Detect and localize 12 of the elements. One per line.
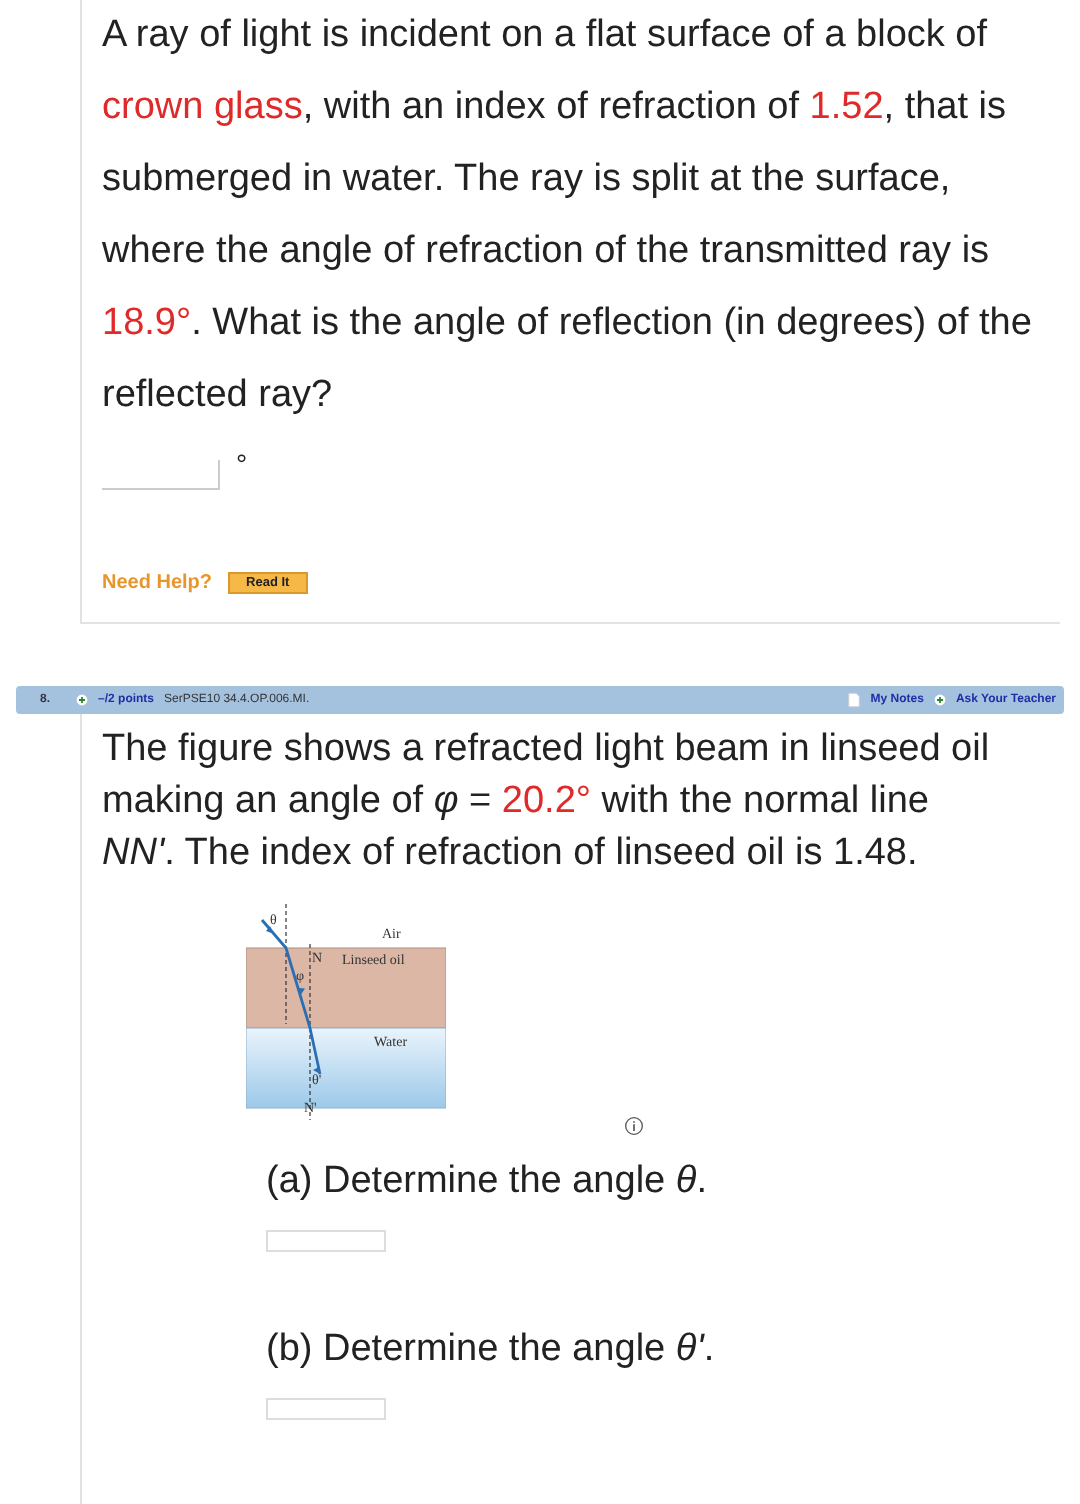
answer-field[interactable] — [266, 1230, 386, 1252]
question-text: The figure shows a refracted light beam in linseed oil making an angle of φ = 20.2° with the normal line NN'. The index of refraction of linseed oil is 1.48. — [102, 726, 992, 878]
degree-unit: ° — [236, 448, 248, 480]
need-help-label: Need Help? — [102, 572, 213, 594]
note-icon[interactable] — [848, 692, 861, 708]
plus-icon[interactable] — [76, 694, 89, 706]
answer-field[interactable] — [266, 1398, 386, 1420]
plus-icon[interactable] — [933, 694, 946, 706]
part-question: (b) Determine the angle θ'. — [266, 1328, 717, 1372]
part-question: (a) Determine the angle θ. — [266, 1160, 709, 1204]
question-text: A ray of light is incident on a flat surface of a block of crown glass, with an index of refraction of 1.52, that is submerged in water. The ray is split at the surface, where the angle of refraction of the transmitted ray is 18.9°. What is the angle of reflection (in degrees) of the reflected ray? — [102, 12, 1034, 420]
info-icon[interactable] — [624, 1116, 644, 1136]
